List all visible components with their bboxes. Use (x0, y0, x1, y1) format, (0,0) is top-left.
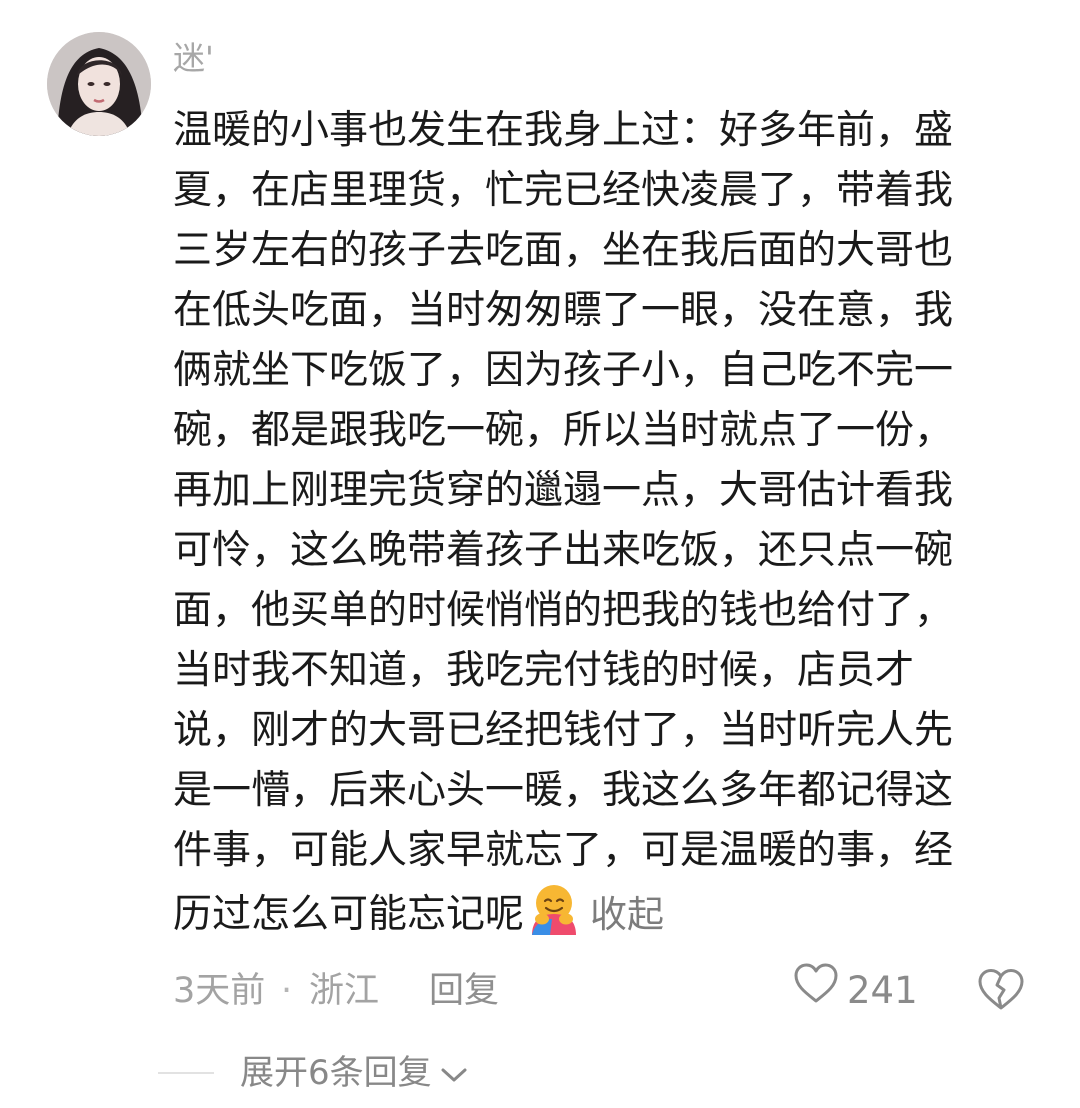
comment-line: 说，刚才的大哥已经把钱付了，当时听完人先 (173, 708, 954, 753)
collapse-link[interactable]: 收起 (590, 893, 664, 936)
comment-line: 在低头吃面，当时匆匆瞟了一眼，没在意，我 (173, 288, 954, 333)
comment-line: 温暖的小事也发生在我身上过：好多年前，盛 (173, 108, 954, 153)
expand-replies-row: 展开6条回复 (158, 1048, 468, 1098)
heart-outline-icon (793, 962, 839, 1021)
comment-line: 面，他买单的时候悄悄的把我的钱也给付了， (173, 588, 954, 633)
like-button[interactable]: 241 (793, 963, 918, 1015)
user-avatar[interactable] (47, 32, 151, 136)
like-count: 241 (847, 969, 918, 1012)
meta-separator: · (281, 971, 293, 1011)
comment-meta: 3天前 · 浙江 回复 241 (173, 963, 1043, 1019)
comment-line: 件事，可能人家早就忘了，可是温暖的事，经 (173, 828, 954, 873)
comment-line: 夏，在店里理货，忙完已经快凌晨了，带着我 (173, 168, 954, 213)
divider-line (158, 1072, 214, 1074)
comment-location: 浙江 (309, 971, 380, 1011)
comment-line: 可怜，这么晚带着孩子出来吃饭，还只点一碗 (173, 528, 954, 573)
comment-line-last: 历过怎么可能忘记呢 收起 (173, 881, 1043, 941)
expand-replies-label: 展开6条回复 (240, 1053, 432, 1093)
comment-line: 当时我不知道，我吃完付钱的时候，店员才 (173, 648, 915, 693)
comment-line: 俩就坐下吃饭了，因为孩子小，自己吃不完一 (173, 348, 954, 393)
comment-line: 是一懵，后来心头一暖，我这么多年都记得这 (173, 768, 954, 813)
comment-line: 碗，都是跟我吃一碗，所以当时就点了一份， (173, 408, 954, 453)
username[interactable]: 迷' (173, 34, 214, 82)
hugging-face-emoji-icon (526, 881, 582, 937)
broken-heart-icon (977, 969, 1025, 1020)
comment-line: 三岁左右的孩子去吃面，坐在我后面的大哥也 (173, 228, 954, 273)
comment-line: 再加上刚理完货穿的邋遢一点，大哥估计看我 (173, 468, 954, 513)
expand-replies-button[interactable]: 展开6条回复 (240, 1048, 468, 1098)
dislike-button[interactable] (977, 967, 1025, 1015)
comment-body: 温暖的小事也发生在我身上过：好多年前，盛 夏，在店里理货，忙完已经快凌晨了，带着… (173, 101, 1043, 941)
chevron-down-icon (432, 1048, 468, 1098)
reply-button[interactable]: 回复 (429, 963, 499, 1019)
comment-time: 3天前 (173, 971, 266, 1011)
comment-last-text: 历过怎么可能忘记呢 (173, 892, 525, 937)
